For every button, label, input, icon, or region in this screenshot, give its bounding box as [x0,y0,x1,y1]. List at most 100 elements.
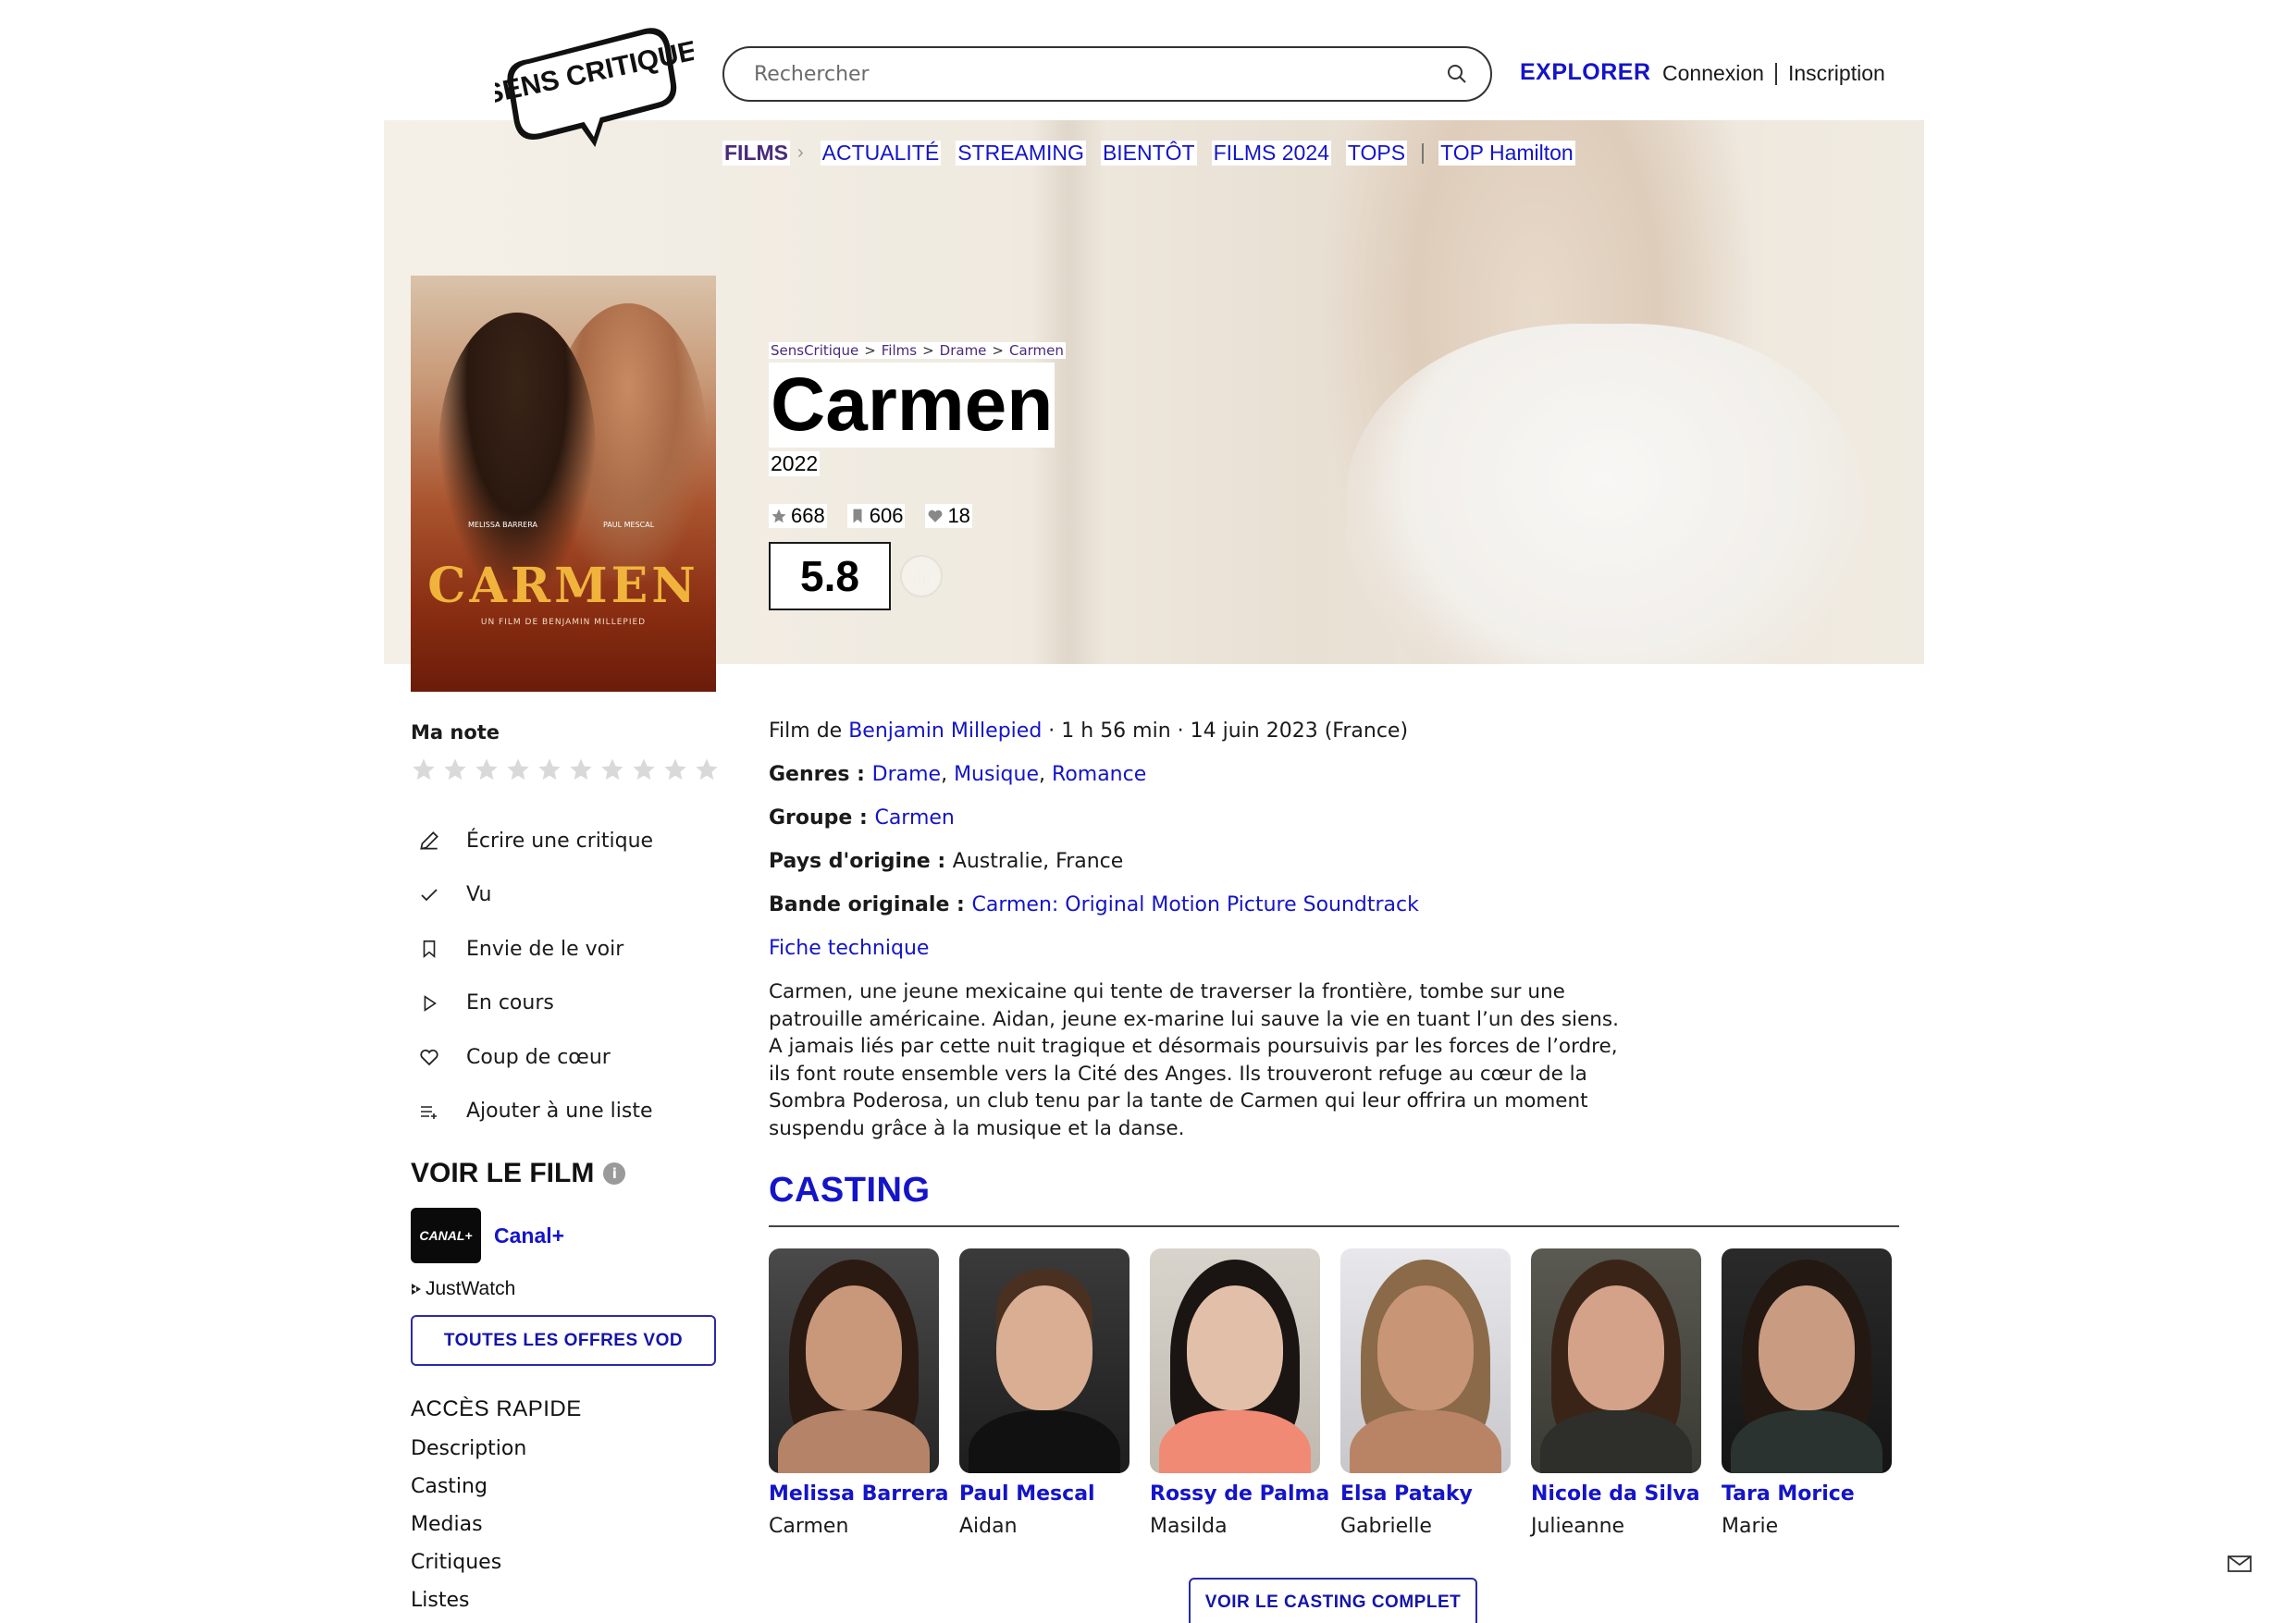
quick-link-description[interactable]: Description [411,1437,526,1475]
wishlist-action[interactable]: Envie de le voir [411,922,653,977]
rating-star-icon[interactable] [411,756,437,782]
quick-link-casting[interactable]: Casting [411,1475,526,1513]
subnav-actualite[interactable]: ACTUALITÉ [820,141,942,166]
breadcrumb: SensCritique > Films > Drame > Carmen [769,342,1066,359]
pencil-icon [411,822,448,859]
breadcrumb-carmen[interactable]: Carmen [1006,342,1066,359]
actor-photo[interactable] [1722,1248,1892,1473]
breadcrumb-senscritique[interactable]: SensCritique [769,342,861,359]
my-rating-stars [411,756,720,782]
cast-card[interactable]: Nicole da Silva Julieanne [1531,1248,1701,1538]
subnav-streaming[interactable]: STREAMING [956,141,1086,166]
tech-sheet-link[interactable]: Fiche technique [769,937,929,960]
director-row: Film de Benjamin Millepied · 1 h 56 min … [769,718,1638,761]
actor-name[interactable]: Paul Mescal [959,1482,1129,1506]
seen-action[interactable]: Vu [411,868,653,923]
explorer-link[interactable]: EXPLORER [1520,59,1651,86]
genre-link[interactable]: Drame [872,763,941,786]
rating-star-icon[interactable] [568,756,594,782]
breadcrumb-drame[interactable]: Drame [937,342,989,359]
site-header: SENS CRITIQUE EXPLORER Connexion Inscrip… [0,0,2296,148]
soundtrack-link[interactable]: Carmen: Original Motion Picture Soundtra… [971,893,1418,916]
action-list: Écrire une critique Vu Envie de le voir … [411,814,653,1138]
group-link[interactable]: Carmen [874,806,954,830]
subnav-top-hamilton[interactable]: TOP Hamilton [1438,141,1575,166]
actor-role: Julieanne [1531,1515,1625,1538]
genre-link[interactable]: Romance [1052,763,1146,786]
cast-card[interactable]: Rossy de Palma Masilda [1150,1248,1329,1538]
search-input[interactable] [754,62,1444,86]
actor-photo-face [996,1285,1092,1410]
subnav-tops[interactable]: TOPS [1345,141,1408,166]
actor-photo-face [1568,1285,1664,1410]
cast-card[interactable]: Melissa Barrera Carmen [769,1248,949,1538]
subnav-bientot[interactable]: BIENTÔT [1100,141,1197,166]
actor-photo-face [1759,1285,1855,1410]
add-to-list-action[interactable]: Ajouter à une liste [411,1085,653,1139]
director-link[interactable]: Benjamin Millepied [848,719,1042,743]
signup-link[interactable]: Inscription [1788,61,1885,86]
rating-star-icon[interactable] [442,756,468,782]
subnav-films[interactable]: FILMS [722,141,790,166]
actor-name[interactable]: Elsa Pataky [1340,1482,1511,1506]
quick-link-listes[interactable]: Listes [411,1589,526,1623]
in-progress-action[interactable]: En cours [411,977,653,1031]
my-rating-label: Ma note [411,721,500,744]
rating-star-icon[interactable] [537,756,562,782]
rating-star-icon[interactable] [599,756,625,782]
rating-star-icon[interactable] [631,756,657,782]
group-label: Groupe : [769,806,875,830]
quick-link-critiques[interactable]: Critiques [411,1551,526,1589]
cast-card[interactable]: Paul Mescal Aidan [959,1248,1129,1538]
auth-links: Connexion Inscription [1662,61,1885,86]
poster-figure-left [438,313,596,590]
rating-distribution-button[interactable] [900,555,943,597]
favorite-action[interactable]: Coup de cœur [411,1030,653,1085]
actor-name[interactable]: Tara Morice [1722,1482,1892,1506]
rating-star-icon[interactable] [694,756,720,782]
genre-link[interactable]: Musique [954,763,1039,786]
actor-photo[interactable] [1340,1248,1511,1473]
breadcrumb-films[interactable]: Films [879,342,920,359]
casting-title: CASTING [769,1171,931,1210]
actor-photo[interactable] [1150,1248,1320,1473]
wishlist-count: 606 [869,504,904,527]
rating-star-icon[interactable] [474,756,500,782]
provider-canal-plus[interactable]: CANAL+ Canal+ [411,1208,564,1263]
info-icon[interactable]: i [603,1162,626,1185]
write-review-action[interactable]: Écrire une critique [411,814,653,868]
film-poster[interactable]: MELISSA BARRERA PAUL MESCAL CARMEN UN FI… [411,276,716,692]
sub-navigation: FILMS › ACTUALITÉ STREAMING BIENTÔT FILM… [722,141,1590,166]
actor-photo-face [1187,1285,1283,1410]
page-title: Carmen [769,363,1055,448]
heart-icon [411,1039,448,1076]
all-vod-offers-button[interactable]: TOUTES LES OFFRES VOD [411,1315,716,1366]
bookmark-icon [853,509,862,523]
actor-photo[interactable] [1531,1248,1701,1473]
cast-list: Melissa Barrera Carmen Paul Mescal Aidan… [769,1248,1892,1538]
actor-name[interactable]: Nicole da Silva [1531,1482,1701,1506]
cast-card[interactable]: Elsa Pataky Gabrielle [1340,1248,1511,1538]
search-icon[interactable] [1444,61,1470,87]
favorites-count: 18 [947,504,970,527]
full-casting-button[interactable]: VOIR LE CASTING COMPLET [1189,1578,1477,1623]
actor-name[interactable]: Rossy de Palma [1150,1482,1329,1506]
rating-star-icon[interactable] [662,756,688,782]
quick-link-medias[interactable]: Medias [411,1513,526,1551]
actor-photo[interactable] [769,1248,939,1473]
rating-star-icon[interactable] [505,756,531,782]
subnav-films-2024[interactable]: FILMS 2024 [1211,141,1331,166]
ratings-count: 668 [791,504,825,527]
site-logo[interactable]: SENS CRITIQUE [482,28,699,157]
group-row: Groupe : Carmen [769,805,1638,848]
actor-photo[interactable] [959,1248,1129,1473]
breadcrumb-separator: > [860,342,880,359]
justwatch-attribution[interactable]: JustWatch [411,1278,515,1300]
actor-name[interactable]: Melissa Barrera [769,1482,949,1506]
cast-card[interactable]: Tara Morice Marie [1722,1248,1892,1538]
provider-name[interactable]: Canal+ [494,1223,564,1248]
login-link[interactable]: Connexion [1662,61,1764,86]
mail-icon[interactable] [2226,1550,2253,1578]
film-details: Film de Benjamin Millepied · 1 h 56 min … [769,718,1638,978]
breadcrumb-separator: > [988,342,1007,359]
